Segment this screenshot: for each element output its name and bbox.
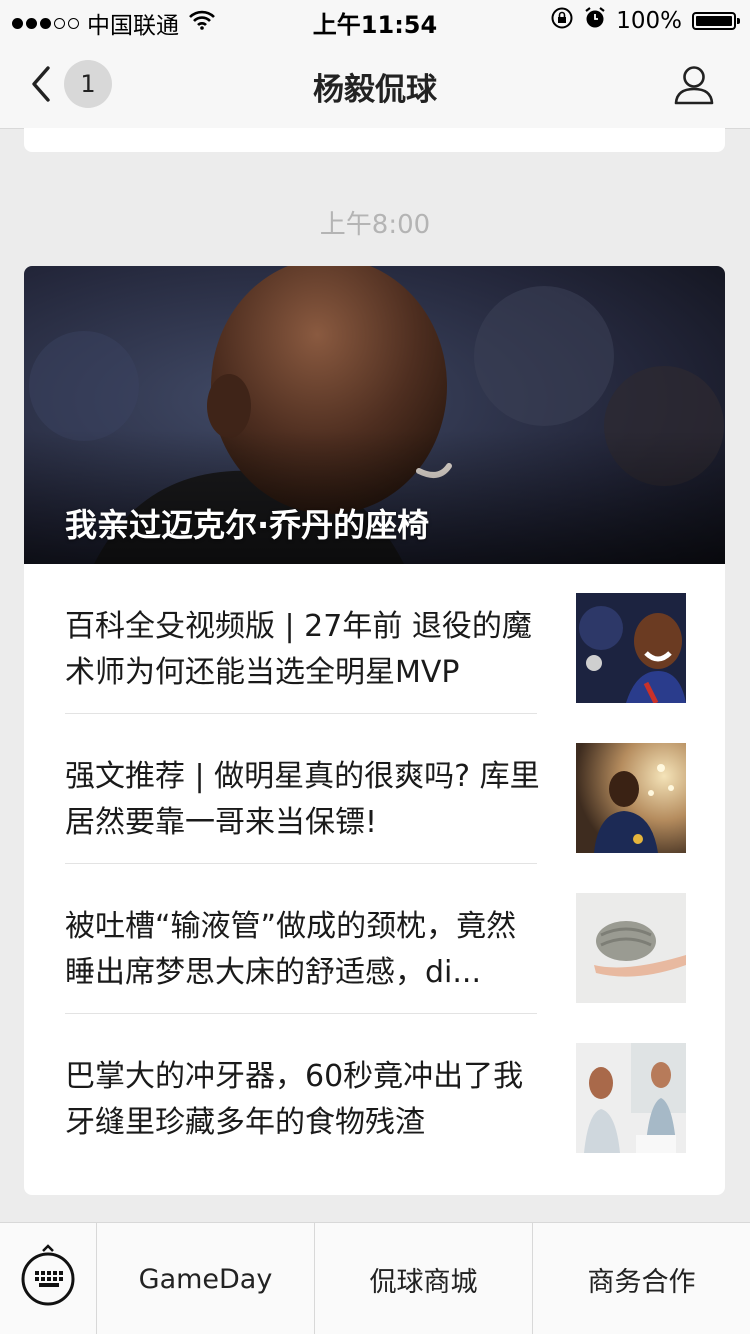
article-item[interactable]: 强文推荐 | 做明星真的很爽吗? 库里居然要靠一哥来当保镖! bbox=[24, 714, 725, 864]
nav-bar: 1 杨毅侃球 bbox=[0, 40, 750, 129]
battery-icon bbox=[692, 12, 740, 30]
article-item[interactable]: 被吐槽“输液管”做成的颈枕，竟然睡出席梦思大床的舒适感，di... bbox=[24, 864, 725, 1014]
smiling-player-photo bbox=[576, 593, 686, 703]
profile-icon bbox=[674, 66, 714, 105]
profile-button[interactable] bbox=[672, 62, 716, 106]
menu-shop[interactable]: 侃球商城 bbox=[315, 1223, 533, 1334]
article-item[interactable]: 巴掌大的冲牙器，60秒竟冲出了我牙缝里珍藏多年的食物残渣 bbox=[24, 1014, 725, 1164]
menu-business[interactable]: 商务合作 bbox=[533, 1223, 750, 1334]
status-bar: 中国联通 上午11:54 100% bbox=[0, 0, 750, 40]
article-title: 强文推荐 | 做明星真的很爽吗? 库里居然要靠一哥来当保镖! bbox=[65, 759, 540, 840]
keyboard-toggle-button[interactable] bbox=[0, 1223, 97, 1334]
article-title: 巴掌大的冲牙器，60秒竟冲出了我牙缝里珍藏多年的食物残渣 bbox=[65, 1059, 524, 1140]
hero-article[interactable]: 我亲过迈克尔·乔丹的座椅 bbox=[24, 266, 725, 564]
player-with-lights-photo bbox=[576, 743, 686, 853]
article-item[interactable]: 百科全殳视频版 | 27年前 退役的魔术师为何还能当选全明星MVP bbox=[24, 564, 725, 714]
article-title: 被吐槽“输液管”做成的颈枕，竟然睡出席梦思大床的舒适感，di... bbox=[65, 909, 517, 990]
lock-rotation-icon bbox=[550, 6, 574, 36]
hero-title: 我亲过迈克尔·乔丹的座椅 bbox=[65, 506, 430, 544]
battery-level bbox=[696, 16, 732, 26]
bathroom-women-photo bbox=[576, 1043, 686, 1153]
keyboard-icon bbox=[21, 1244, 75, 1306]
message-timestamp: 上午8:00 bbox=[319, 210, 431, 240]
neck-pillow-photo bbox=[576, 893, 686, 1003]
battery-percentage: 100% bbox=[616, 8, 682, 34]
alarm-icon bbox=[584, 6, 606, 36]
news-card: 我亲过迈克尔·乔丹的座椅 百科全殳视频版 | 27年前 退役的魔术师为何还能当选… bbox=[24, 266, 725, 1195]
menu-gameday[interactable]: GameDay bbox=[97, 1223, 315, 1334]
status-right: 100% bbox=[550, 6, 740, 36]
article-title: 百科全殳视频版 | 27年前 退役的魔术师为何还能当选全明星MVP bbox=[65, 609, 532, 690]
previous-message-card[interactable] bbox=[24, 128, 725, 152]
page-title: 杨毅侃球 bbox=[313, 72, 437, 108]
bottom-menu: GameDay 侃球商城 商务合作 bbox=[0, 1222, 750, 1334]
screen: 中国联通 上午11:54 100% 1 杨毅侃球 上午8:00 我亲过迈克尔·乔… bbox=[0, 0, 750, 1334]
